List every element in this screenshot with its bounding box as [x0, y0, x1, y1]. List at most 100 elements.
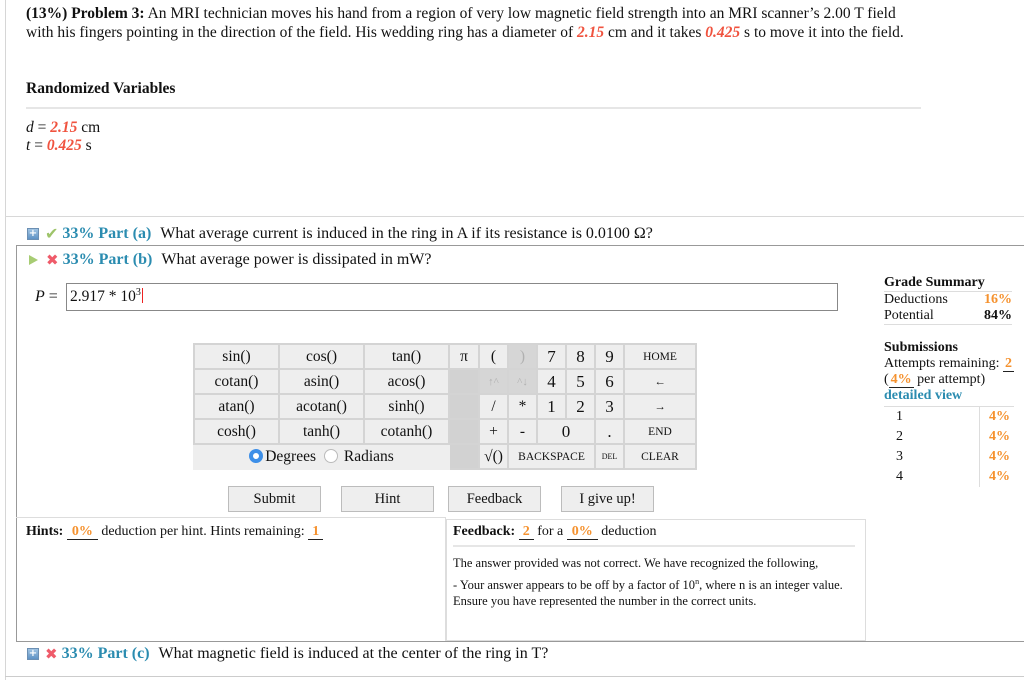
part-a-question: What average current is induced in the r… [160, 224, 653, 242]
submission-row: 1 4% [884, 407, 1014, 427]
hint-button[interactable]: Hint [341, 486, 434, 512]
variable-unit: cm [81, 119, 101, 136]
submissions-panel: Submissions Attempts remaining: 2 (4% pe… [884, 340, 1014, 487]
key-lparen[interactable]: ( [478, 343, 509, 370]
key-clear[interactable]: CLEAR [623, 443, 697, 470]
key-1[interactable]: 1 [536, 393, 567, 420]
bottom-divider [5, 676, 1024, 677]
variable-symbol: d [26, 119, 34, 136]
variable-unit: s [85, 137, 92, 154]
problem-t-value: 0.425 [705, 24, 741, 41]
feedback-message-line: The answer provided was not correct. We … [453, 556, 819, 570]
deductions-row: Deductions 16% [884, 292, 1012, 308]
key-tan[interactable]: tan() [363, 343, 450, 370]
key-2[interactable]: 2 [565, 393, 596, 420]
part-c-header[interactable]: + ✖ 33% Part (c) What magnetic field is … [27, 645, 548, 663]
page-left-border [5, 0, 6, 680]
key-acotan[interactable]: acotan() [278, 393, 365, 420]
key-plus[interactable]: + [478, 418, 509, 445]
deductions-label: Deductions [884, 292, 948, 307]
variable-eq: = [37, 119, 47, 136]
hints-panel: Hints: 0% deduction per hint. Hints rema… [16, 517, 446, 641]
key-blank [448, 368, 480, 395]
expand-icon[interactable]: + [27, 227, 39, 240]
key-acos[interactable]: acos() [363, 368, 450, 395]
key-asin[interactable]: asin() [278, 368, 365, 395]
problem-d-value: 2.15 [577, 24, 605, 41]
key-dot[interactable]: . [594, 418, 625, 445]
part-a-header[interactable]: + ✔ 33% Part (a) What average current is… [27, 224, 653, 243]
expand-icon[interactable]: + [27, 648, 39, 660]
key-multiply[interactable]: * [507, 393, 538, 420]
problem-text-3: s to move it into the field. [744, 24, 904, 41]
feedback-message-line: - Your answer appears to be off by a fac… [453, 576, 843, 609]
grade-summary: Grade Summary Deductions 16% Potential 8… [884, 275, 1012, 325]
key-4[interactable]: 4 [536, 368, 567, 395]
answer-input[interactable]: 2.917 * 103 [66, 283, 838, 311]
key-cosh[interactable]: cosh() [193, 418, 280, 445]
randomized-variables-divider [26, 107, 921, 109]
part-b-header[interactable]: ✖ 33% Part (b) What average power is dis… [27, 251, 431, 269]
key-left-arrow[interactable]: ← [623, 368, 697, 395]
key-end[interactable]: END [623, 418, 697, 445]
hints-remaining: 1 [308, 524, 324, 540]
key-pi[interactable]: π [448, 343, 480, 370]
key-right-arrow[interactable]: → [623, 393, 697, 420]
radio-degrees[interactable] [249, 448, 264, 463]
deductions-value: 16% [984, 292, 1012, 307]
submit-button[interactable]: Submit [228, 486, 321, 512]
randomized-variables-title: Randomized Variables [26, 80, 176, 97]
key-home[interactable]: HOME [623, 343, 697, 370]
key-cotan[interactable]: cotan() [193, 368, 280, 395]
key-sqrt[interactable]: √() [478, 443, 509, 470]
problem-statement: (13%) Problem 3: An MRI technician moves… [26, 4, 926, 42]
answer-value: 2.917 * 10 [70, 288, 136, 306]
text-caret [141, 288, 143, 304]
variable-value: 0.425 [46, 137, 82, 154]
give-up-button[interactable]: I give up! [561, 486, 654, 512]
key-blank [448, 418, 480, 445]
variable-t: t = 0.425 s [26, 137, 100, 155]
key-7[interactable]: 7 [536, 343, 567, 370]
key-sin[interactable]: sin() [193, 343, 280, 370]
key-superscript-up: ↑^ [478, 368, 509, 395]
key-sinh[interactable]: sinh() [363, 393, 450, 420]
randomized-variables-list: d = 2.15 cm t = 0.425 s [26, 119, 100, 155]
key-divide[interactable]: / [478, 393, 509, 420]
problem-label: Problem 3: [71, 5, 145, 22]
key-rparen: ) [507, 343, 538, 370]
key-9[interactable]: 9 [594, 343, 625, 370]
key-cotanh[interactable]: cotanh() [363, 418, 450, 445]
key-5[interactable]: 5 [565, 368, 596, 395]
feedback-button[interactable]: Feedback [448, 486, 541, 512]
key-6[interactable]: 6 [594, 368, 625, 395]
angle-mode: Degrees Radians [193, 443, 450, 470]
submission-row: 3 4% [884, 447, 1014, 467]
calculator-keypad: sin() cos() tan() π ( ) 7 8 9 HOME cotan… [193, 343, 697, 470]
key-del[interactable]: DEL [594, 443, 625, 470]
attempts-remaining: Attempts remaining: 2 [884, 356, 1014, 372]
part-c-question: What magnetic field is induced at the ce… [158, 645, 549, 662]
key-cos[interactable]: cos() [278, 343, 365, 370]
key-3[interactable]: 3 [594, 393, 625, 420]
key-atan[interactable]: atan() [193, 393, 280, 420]
collapse-arrow-icon[interactable] [29, 255, 38, 265]
feedback-header: Feedback: 2 for a 0% deduction [453, 524, 657, 540]
key-tanh[interactable]: tanh() [278, 418, 365, 445]
submission-row: 2 4% [884, 427, 1014, 447]
radio-radians[interactable] [323, 448, 338, 463]
key-backspace[interactable]: BACKSPACE [507, 443, 596, 470]
key-minus[interactable]: - [507, 418, 538, 445]
feedback-count: 2 [518, 524, 534, 540]
key-0[interactable]: 0 [536, 418, 596, 445]
key-8[interactable]: 8 [565, 343, 596, 370]
feedback-deduction: 0% [566, 524, 598, 540]
potential-row: Potential 84% [884, 308, 1012, 325]
feedback-panel: Feedback: 2 for a 0% deduction The answe… [446, 519, 866, 641]
section-divider [5, 216, 1024, 217]
feedback-divider [453, 545, 855, 547]
potential-label: Potential [884, 308, 934, 323]
check-icon: ✔ [45, 224, 59, 243]
detailed-view-link[interactable]: detailed view [884, 388, 1014, 404]
submission-row: 4 4% [884, 467, 1014, 487]
